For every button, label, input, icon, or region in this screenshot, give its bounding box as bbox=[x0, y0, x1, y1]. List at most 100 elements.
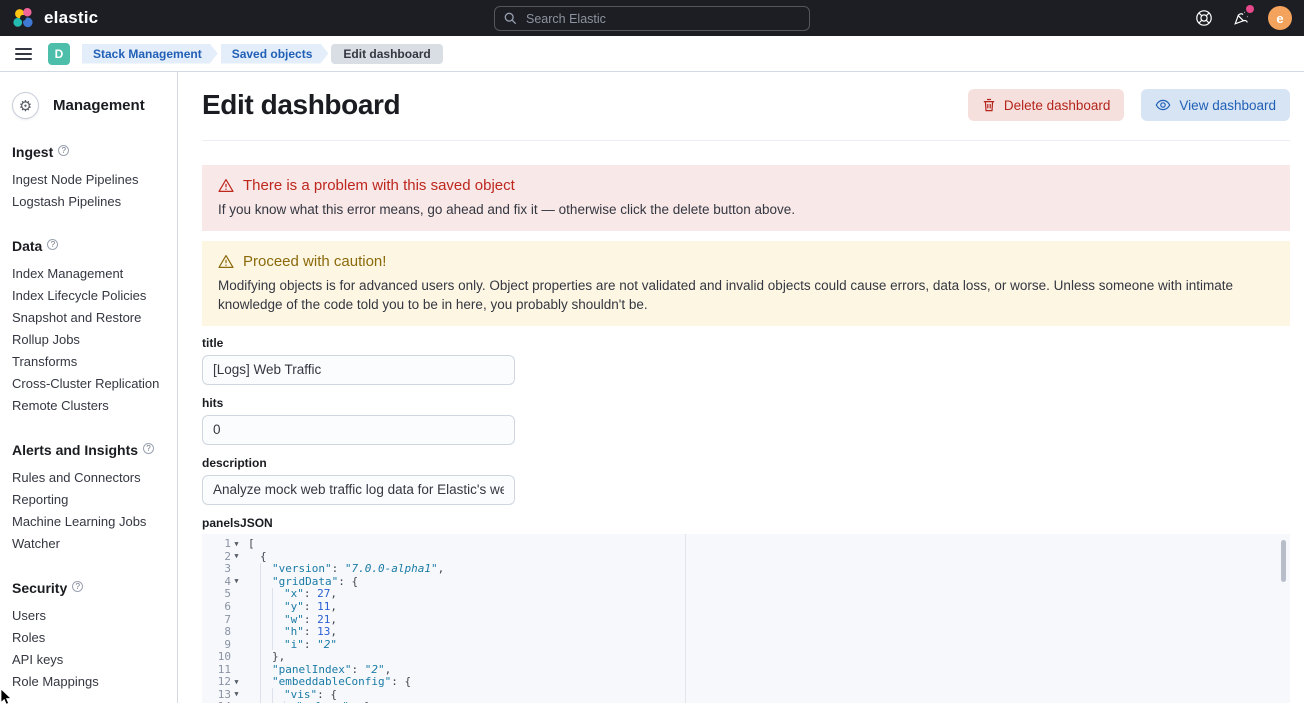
view-dashboard-label: View dashboard bbox=[1179, 98, 1276, 113]
sidebar-section-label: Security bbox=[12, 580, 67, 596]
print-margin bbox=[685, 534, 686, 704]
saved-object-form: title hits description bbox=[202, 336, 1290, 505]
top-navigation-bar: elastic e bbox=[0, 0, 1304, 36]
indent-guide bbox=[260, 688, 272, 701]
hits-label: hits bbox=[202, 396, 515, 410]
code-text: "gridData": { bbox=[242, 575, 358, 588]
breadcrumb-item-stack-management[interactable]: Stack Management bbox=[82, 44, 218, 64]
indent-space bbox=[248, 600, 260, 613]
hits-input[interactable] bbox=[202, 415, 515, 445]
line-number: 1 bbox=[224, 537, 231, 550]
delete-dashboard-button[interactable]: Delete dashboard bbox=[968, 89, 1125, 121]
sidebar-section-label: Alerts and Insights bbox=[12, 442, 138, 458]
fold-arrow-icon[interactable]: ▼ bbox=[231, 678, 242, 686]
code-line: 2▼{ bbox=[202, 550, 1290, 563]
indent-space bbox=[248, 650, 260, 663]
token: : { bbox=[317, 688, 337, 701]
sidebar-item-users[interactable]: Users bbox=[12, 605, 169, 627]
sidebar-item-roles[interactable]: Roles bbox=[12, 627, 169, 649]
sidebar-item-remote-clusters[interactable]: Remote Clusters bbox=[12, 395, 169, 417]
indent-guide bbox=[272, 600, 284, 613]
token: , bbox=[330, 600, 337, 613]
title-field-group: title bbox=[202, 336, 515, 385]
line-number: 12 bbox=[218, 675, 231, 688]
search-input[interactable] bbox=[524, 11, 800, 27]
sidebar-item-rollup-jobs[interactable]: Rollup Jobs bbox=[12, 329, 169, 351]
indent-guide bbox=[260, 650, 272, 663]
help-menu-button[interactable] bbox=[1194, 8, 1214, 28]
code-line: 8"h": 13, bbox=[202, 625, 1290, 638]
code-text: }, bbox=[242, 650, 285, 663]
fold-arrow-icon[interactable]: ▼ bbox=[231, 552, 242, 560]
indent-space bbox=[248, 613, 260, 626]
fold-arrow-icon[interactable]: ▼ bbox=[231, 690, 242, 698]
section-help-icon[interactable]: ? bbox=[72, 581, 83, 592]
section-help-icon[interactable]: ? bbox=[143, 443, 154, 454]
sidebar-item-snapshot-and-restore[interactable]: Snapshot and Restore bbox=[12, 307, 169, 329]
error-callout: There is a problem with this saved objec… bbox=[202, 165, 1290, 231]
sidebar-item-api-keys[interactable]: API keys bbox=[12, 649, 169, 671]
hits-field-group: hits bbox=[202, 396, 515, 445]
token: "version" bbox=[272, 562, 332, 575]
code-line: 4▼"gridData": { bbox=[202, 575, 1290, 588]
error-callout-body: If you know what this error means, go ah… bbox=[218, 200, 1274, 220]
line-number: 8 bbox=[224, 625, 231, 638]
token: : { bbox=[349, 700, 369, 703]
sidebar-item-index-management[interactable]: Index Management bbox=[12, 263, 169, 285]
sidebar-item-rules-and-connectors[interactable]: Rules and Connectors bbox=[12, 467, 169, 489]
fold-arrow-icon[interactable]: ▼ bbox=[231, 577, 242, 585]
token: , bbox=[330, 625, 337, 638]
indent-guide bbox=[272, 613, 284, 626]
indent-space bbox=[248, 701, 260, 703]
token: : bbox=[304, 587, 317, 600]
token: , bbox=[330, 587, 337, 600]
user-avatar[interactable]: e bbox=[1268, 6, 1292, 30]
line-gutter: 12▼ bbox=[202, 675, 242, 688]
indent-space bbox=[248, 663, 260, 676]
sidebar-item-reporting[interactable]: Reporting bbox=[12, 489, 169, 511]
indent-guide bbox=[260, 588, 272, 601]
line-number: 6 bbox=[224, 600, 231, 613]
sidebar-item-role-mappings[interactable]: Role Mappings bbox=[12, 671, 169, 693]
title-label: title bbox=[202, 336, 515, 350]
sidebar-item-ingest-node-pipelines[interactable]: Ingest Node Pipelines bbox=[12, 169, 169, 191]
token: "w" bbox=[284, 613, 304, 626]
line-gutter: 14▼ bbox=[202, 700, 242, 703]
view-dashboard-button[interactable]: View dashboard bbox=[1141, 89, 1290, 121]
token: , bbox=[438, 562, 445, 575]
elastic-home-link[interactable]: elastic bbox=[12, 7, 98, 30]
editor-scrollbar[interactable] bbox=[1281, 540, 1286, 582]
line-number: 4 bbox=[224, 575, 231, 588]
line-number: 5 bbox=[224, 587, 231, 600]
sidebar-item-transforms[interactable]: Transforms bbox=[12, 351, 169, 373]
sidebar-section-label: Data bbox=[12, 238, 42, 254]
token: "2" bbox=[365, 663, 385, 676]
sidebar-section-title: Ingest? bbox=[12, 144, 169, 160]
token: [ bbox=[248, 537, 255, 550]
code-text: "vis": { bbox=[242, 688, 337, 701]
code-editor[interactable]: 1▼[2▼{3"version": "7.0.0-alpha1",4▼"grid… bbox=[202, 534, 1290, 704]
fold-arrow-icon[interactable]: ▼ bbox=[231, 540, 242, 548]
sidebar-item-index-lifecycle-policies[interactable]: Index Lifecycle Policies bbox=[12, 285, 169, 307]
management-gear-icon: ⚙ bbox=[12, 92, 39, 119]
breadcrumb-item-saved-objects[interactable]: Saved objects bbox=[221, 44, 329, 64]
sidebar-item-watcher[interactable]: Watcher bbox=[12, 533, 169, 555]
code-line: 1▼ [ bbox=[202, 538, 1290, 551]
menu-toggle-button[interactable] bbox=[9, 39, 39, 69]
global-search[interactable] bbox=[494, 6, 810, 31]
line-gutter: 3 bbox=[202, 562, 242, 575]
token: : { bbox=[338, 575, 358, 588]
sidebar-item-cross-cluster-replication[interactable]: Cross-Cluster Replication bbox=[12, 373, 169, 395]
newsfeed-button[interactable] bbox=[1231, 8, 1251, 28]
description-label: description bbox=[202, 456, 515, 470]
code-line: 12▼"embeddableConfig": { bbox=[202, 676, 1290, 689]
title-input[interactable] bbox=[202, 355, 515, 385]
token: 11 bbox=[317, 600, 330, 613]
section-help-icon[interactable]: ? bbox=[47, 239, 58, 250]
code-line: 14▼"colors": { bbox=[202, 701, 1290, 703]
sidebar-item-machine-learning-jobs[interactable]: Machine Learning Jobs bbox=[12, 511, 169, 533]
section-help-icon[interactable]: ? bbox=[58, 145, 69, 156]
indent-space bbox=[248, 550, 260, 563]
description-input[interactable] bbox=[202, 475, 515, 505]
sidebar-item-logstash-pipelines[interactable]: Logstash Pipelines bbox=[12, 191, 169, 213]
